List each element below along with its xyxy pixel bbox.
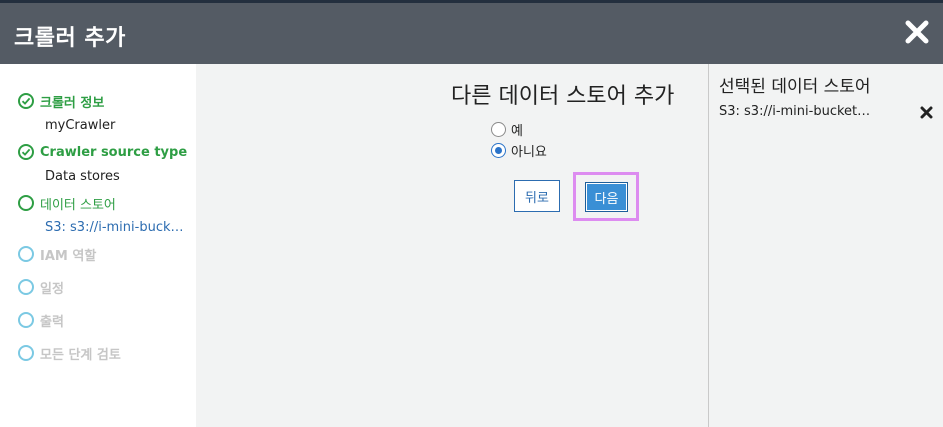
step-label: 출력	[40, 314, 64, 330]
remove-icon[interactable]	[920, 106, 933, 119]
step-crawler-info-value: myCrawler	[45, 118, 116, 133]
selected-stores-panel: 선택된 데이터 스토어 S3: s3://i-mini-bucket…	[709, 64, 943, 427]
step-output: 출력	[18, 310, 64, 330]
next-button[interactable]: 다음	[585, 182, 628, 212]
circle-icon	[18, 246, 34, 262]
step-review: 모든 단계 검토	[18, 343, 121, 363]
step-crawler-source-type-value: Data stores	[45, 169, 120, 184]
step-crawler-info[interactable]: 크롤러 정보	[18, 91, 104, 111]
close-icon[interactable]	[903, 18, 931, 46]
step-iam-role: IAM 역할	[18, 244, 96, 264]
step-data-store-link[interactable]: S3: s3://i-mini-buck…	[45, 220, 190, 235]
circle-icon	[18, 195, 34, 211]
check-circle-icon	[18, 93, 34, 109]
main-panel: 다른 데이터 스토어 추가 예 아니요 뒤로 다음	[196, 64, 708, 427]
option-label: 예	[511, 124, 523, 139]
dialog-header: 크롤러 추가	[0, 3, 943, 64]
page-heading: 다른 데이터 스토어 추가	[451, 84, 675, 109]
dialog-title: 크롤러 추가	[14, 26, 126, 51]
step-label: 크롤러 정보	[40, 95, 105, 111]
step-label: 모든 단계 검토	[40, 347, 121, 363]
step-label: 일정	[40, 281, 64, 297]
radio-button[interactable]	[491, 143, 506, 158]
step-label: 데이터 스토어	[40, 197, 116, 213]
selected-store-item: S3: s3://i-mini-bucket…	[719, 104, 871, 119]
wizard-steps-sidebar: 크롤러 정보 myCrawler Crawler source type Dat…	[0, 64, 196, 427]
circle-icon	[18, 345, 34, 361]
option-yes[interactable]: 예	[491, 120, 523, 139]
circle-icon	[18, 279, 34, 295]
option-no[interactable]: 아니요	[491, 141, 547, 160]
check-circle-icon	[18, 144, 34, 160]
selected-stores-heading: 선택된 데이터 스토어	[719, 77, 871, 97]
step-data-store[interactable]: 데이터 스토어	[18, 193, 116, 213]
step-label: Crawler source type	[40, 144, 188, 160]
step-crawler-source-type[interactable]: Crawler source type	[18, 142, 187, 162]
back-button[interactable]: 뒤로	[514, 180, 560, 212]
option-label: 아니요	[511, 145, 547, 160]
step-schedule: 일정	[18, 277, 64, 297]
circle-icon	[18, 312, 34, 328]
step-label: IAM 역할	[40, 248, 97, 264]
radio-button[interactable]	[491, 122, 506, 137]
